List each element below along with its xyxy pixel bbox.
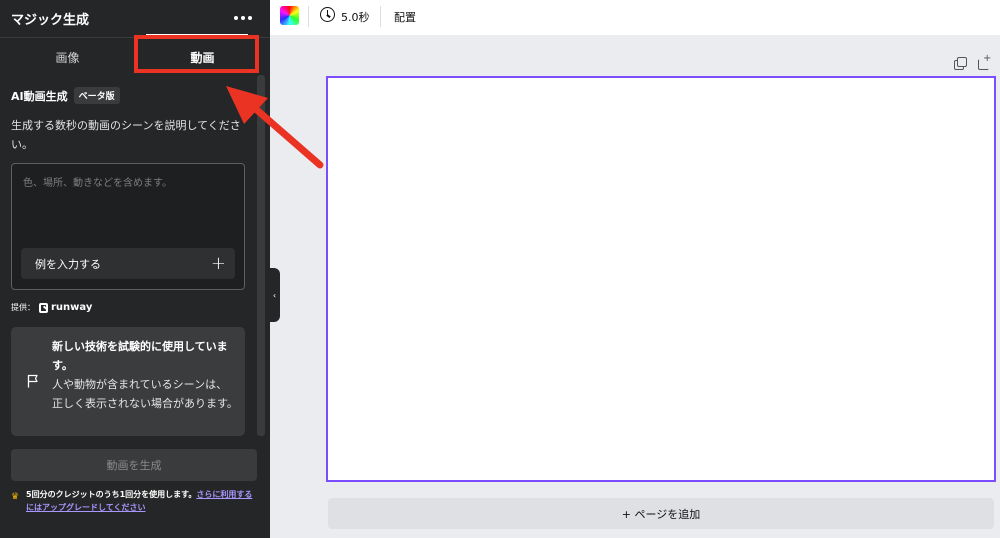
flag-icon [27, 374, 38, 388]
toolbar-divider [308, 6, 309, 27]
page-actions [954, 53, 991, 70]
beta-badge: ベータ版 [73, 87, 120, 104]
example-input-label: 例を入力する [35, 257, 101, 271]
credit-info: ♛ 5回分のクレジットのうち1回分を使用します。さらに利用するにはアップグレード… [11, 488, 257, 514]
toolbar-divider [380, 6, 381, 27]
example-input-button[interactable]: 例を入力する + [21, 248, 235, 279]
generate-video-label: 動画を生成 [106, 459, 162, 472]
runway-logo: runway [39, 302, 92, 313]
annotation-highlight-box [134, 35, 259, 73]
panel-title: マジック生成 [11, 12, 90, 28]
collapse-panel-button[interactable]: ‹ [269, 268, 280, 322]
magic-generate-panel: マジック生成 画像 動画 AI動画生成 ベータ版 生成する数秒の動画のシーンを説… [0, 0, 270, 538]
experimental-notice: 新しい技術を試験的に使用しています。 人や動物が含まれているシーンは、正しく表示… [11, 327, 245, 436]
notice-title: 新しい技術を試験的に使用しています。 [52, 340, 228, 372]
prompt-input[interactable]: 色、場所、動きなどを含めます。 例を入力する + [11, 163, 245, 290]
runway-logo-icon [39, 302, 48, 313]
tab-image[interactable]: 画像 [0, 38, 135, 76]
arrange-button[interactable]: 配置 [394, 9, 416, 25]
provider-label: 提供： [11, 303, 35, 312]
notice-text: 新しい技術を試験的に使用しています。 人や動物が含まれているシーンは、正しく表示… [52, 337, 238, 413]
panel-header: マジック生成 [0, 0, 270, 36]
provider-credit: 提供： runway [11, 302, 92, 313]
credit-text: 5回分のクレジットのうち1回分を使用します。 [26, 490, 197, 499]
notice-body: 人や動物が含まれているシーンは、正しく表示されない場合があります。 [52, 378, 238, 410]
add-page-button[interactable]: + ページを追加 [328, 498, 994, 529]
plus-icon: + [210, 252, 226, 274]
duplicate-page-icon[interactable] [954, 57, 967, 70]
section-title: AI動画生成 ベータ版 [11, 87, 120, 104]
add-page-icon[interactable] [978, 53, 991, 70]
color-picker-icon[interactable] [280, 6, 299, 25]
clock-icon[interactable] [320, 7, 335, 22]
runway-logo-text: runway [51, 302, 93, 313]
chevron-left-icon: ‹ [272, 290, 277, 300]
duration-button[interactable]: 5.0秒 [341, 9, 370, 25]
more-options-icon[interactable] [234, 16, 252, 20]
crown-icon: ♛ [11, 492, 20, 502]
design-canvas[interactable] [326, 76, 996, 482]
section-description: 生成する数秒の動画のシーンを説明してください。 [11, 119, 241, 151]
prompt-placeholder: 色、場所、動きなどを含めます。 [23, 178, 172, 189]
section-title-text: AI動画生成 [11, 89, 68, 103]
tab-image-label: 画像 [55, 50, 80, 65]
generate-video-button[interactable]: 動画を生成 [11, 449, 257, 481]
panel-scrollbar[interactable] [257, 75, 265, 436]
top-toolbar: 5.0秒 配置 [270, 0, 1000, 35]
